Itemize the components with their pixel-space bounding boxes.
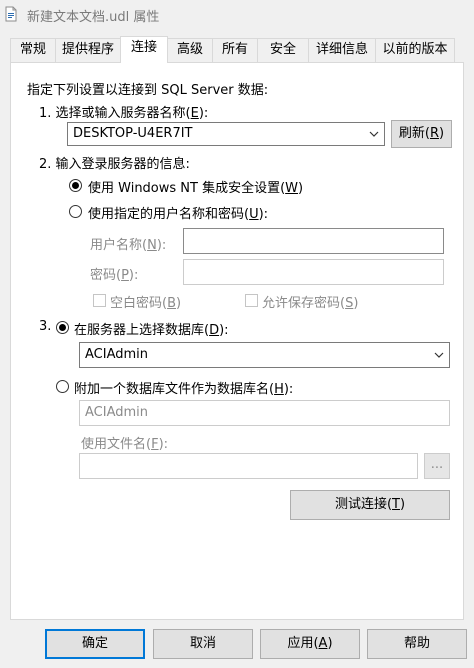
attach-db-label: 附加一个数据库文件作为数据库名(H): <box>74 382 294 397</box>
tab-security[interactable]: 安全 <box>257 38 309 62</box>
tab-label: 所有 <box>221 42 248 57</box>
tab-label: 高级 <box>176 42 203 57</box>
allow-save-password-label: 允许保存密码(S) <box>262 296 359 311</box>
tab-label: 安全 <box>269 42 296 57</box>
help-button[interactable]: 帮助 <box>367 629 467 659</box>
cancel-button[interactable]: 取消 <box>153 629 253 659</box>
step3-number: 3. <box>39 319 52 334</box>
server-name-value: DESKTOP-U4ER7IT <box>73 126 193 141</box>
password-label: 密码(P): <box>90 268 139 283</box>
tab-previous-versions[interactable]: 以前的版本 <box>375 38 455 62</box>
tab-general[interactable]: 常规 <box>10 38 56 62</box>
browse-button[interactable]: ... <box>424 453 450 479</box>
select-db-radio[interactable] <box>56 321 69 334</box>
blank-password-label: 空白密码(B) <box>110 296 182 311</box>
tab-label: 常规 <box>19 42 46 57</box>
chevron-down-icon[interactable] <box>433 349 445 361</box>
database-combo[interactable]: ACIAdmin <box>79 342 450 368</box>
windows-auth-label: 使用 Windows NT 集成安全设置(W) <box>88 181 304 196</box>
tab-provider[interactable]: 提供程序 <box>55 38 121 62</box>
select-db-label: 在服务器上选择数据库(D): <box>74 323 229 338</box>
tab-advanced[interactable]: 高级 <box>167 38 213 62</box>
database-value: ACIAdmin <box>85 347 149 362</box>
udl-file-icon <box>5 6 17 22</box>
tab-details[interactable]: 详细信息 <box>308 38 376 62</box>
step1-label: 1. 选择或输入服务器名称(E): <box>39 106 209 121</box>
filename-label: 使用文件名(F): <box>81 437 169 452</box>
tab-all[interactable]: 所有 <box>212 38 258 62</box>
test-connection-button[interactable]: 测试连接(T) <box>290 490 450 520</box>
tab-connection[interactable]: 连接 <box>120 36 168 63</box>
tab-label: 详细信息 <box>315 42 368 57</box>
tab-label: 提供程序 <box>61 42 114 57</box>
server-name-combo[interactable]: DESKTOP-U4ER7IT <box>67 122 385 146</box>
filename-input[interactable] <box>79 453 418 479</box>
username-label: 用户名称(N): <box>90 238 167 253</box>
tab-label: 以前的版本 <box>382 42 448 57</box>
allow-save-password-checkbox[interactable] <box>245 294 258 307</box>
blank-password-checkbox[interactable] <box>93 294 106 307</box>
password-input[interactable] <box>183 259 444 285</box>
tab-label: 连接 <box>130 40 157 55</box>
title-bar[interactable]: 新建文本文档.udl 属性 <box>0 0 474 30</box>
username-input[interactable] <box>183 228 444 254</box>
sql-auth-radio[interactable] <box>69 205 82 218</box>
attach-db-radio[interactable] <box>56 380 69 393</box>
intro-text: 指定下列设置以连接到 SQL Server 数据: <box>27 83 269 98</box>
attach-db-input[interactable]: ACIAdmin <box>79 400 450 426</box>
ok-button[interactable]: 确定 <box>45 629 145 659</box>
sql-auth-label: 使用指定的用户名称和密码(U): <box>88 207 269 222</box>
window-title: 新建文本文档.udl 属性 <box>27 10 160 25</box>
apply-button[interactable]: 应用(A) <box>260 629 360 659</box>
windows-auth-radio[interactable] <box>69 179 82 192</box>
chevron-down-icon[interactable] <box>368 128 380 140</box>
step2-label: 2. 输入登录服务器的信息: <box>39 157 190 172</box>
refresh-button[interactable]: 刷新(R) <box>391 120 452 148</box>
attach-db-value: ACIAdmin <box>85 405 149 420</box>
